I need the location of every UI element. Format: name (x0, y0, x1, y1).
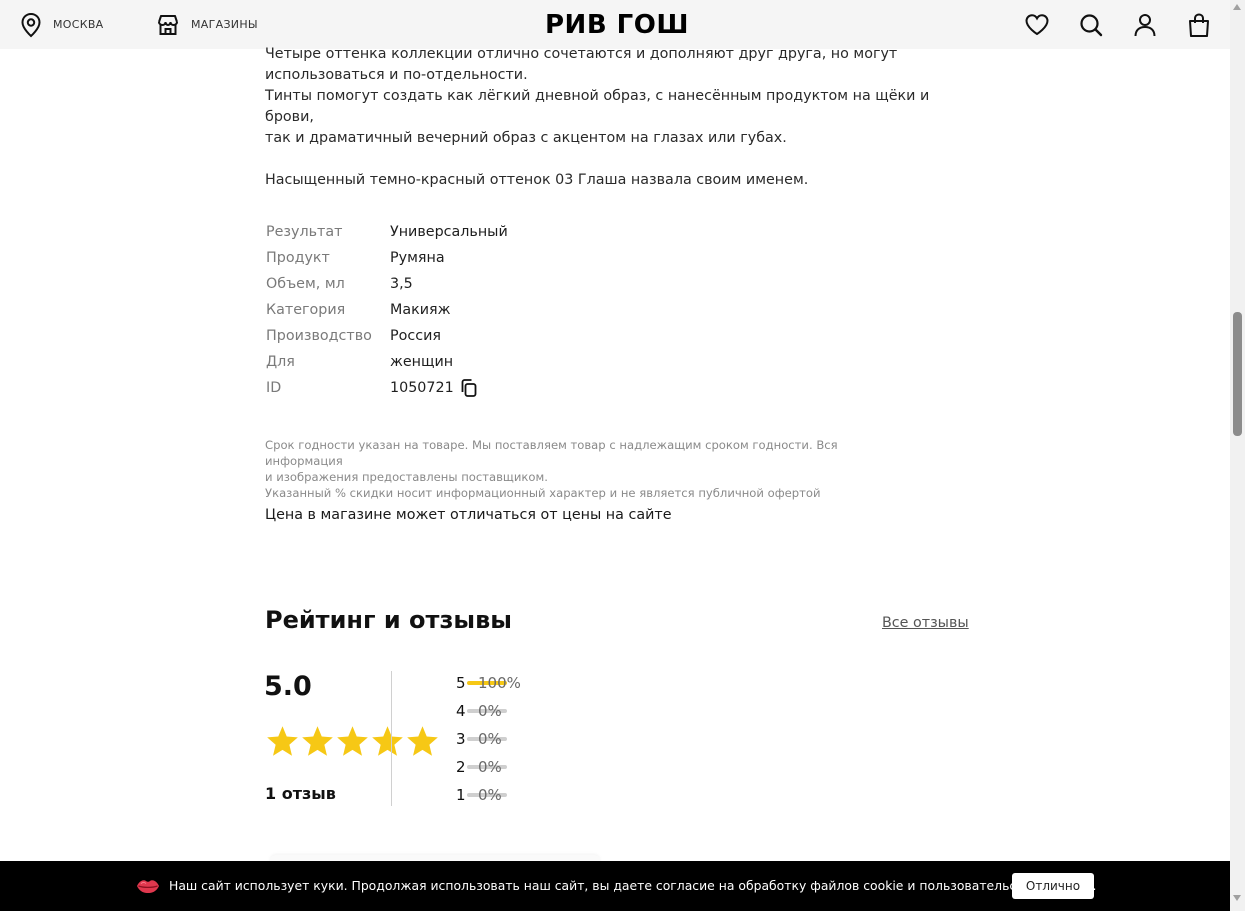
scrollbar-track[interactable] (1230, 0, 1245, 911)
cookie-banner: Наш сайт использует куки. Продолжая испо… (0, 861, 1230, 911)
distribution-row: 1 0% (456, 784, 526, 812)
distribution-row: 5 100% (456, 672, 526, 700)
spec-row-id: ID 1050721 (266, 375, 508, 401)
rating-stars (265, 724, 440, 759)
logo[interactable]: РИВ ГОШ (545, 11, 689, 39)
header: МОСКВА МАГАЗИНЫ РИВ ГОШ (0, 0, 1230, 49)
store-icon (156, 13, 180, 37)
star-icon (335, 724, 370, 759)
spec-key: Продукт (266, 250, 330, 266)
price-note: Цена в магазине может отличаться от цены… (265, 507, 672, 523)
star-icon (265, 724, 300, 759)
copy-icon[interactable] (459, 378, 479, 398)
spec-key: Для (266, 354, 295, 370)
disclaimer-line: Срок годности указан на товаре. Мы поста… (265, 438, 838, 468)
distribution-percent: 0% (478, 758, 502, 776)
spec-row: Результат Универсальный (266, 219, 508, 245)
all-reviews-link[interactable]: Все отзывы (882, 615, 969, 631)
spec-key: Производство (266, 328, 372, 344)
disclaimer-line: Указанный % скидки носит информационный … (265, 486, 821, 500)
lips-icon (136, 878, 160, 894)
review-count: 1 отзыв (265, 784, 336, 803)
search-icon[interactable] (1078, 12, 1104, 38)
stores-label: МАГАЗИНЫ (191, 18, 258, 31)
spec-key: Категория (266, 302, 346, 318)
spec-value: 3,5 (390, 276, 413, 292)
spec-row: Объем, мл 3,5 (266, 271, 508, 297)
scroll-up-arrow-icon[interactable] (1233, 4, 1241, 10)
cookie-accept-button[interactable]: Отлично (1012, 873, 1094, 899)
distribution-star: 4 (456, 702, 466, 720)
distribution-star: 5 (456, 674, 466, 692)
scroll-down-arrow-icon[interactable] (1233, 895, 1241, 901)
distribution-percent: 100% (478, 674, 521, 692)
distribution-star: 2 (456, 758, 466, 776)
cookie-text: Наш сайт использует куки. Продолжая испо… (169, 878, 1097, 893)
average-rating: 5.0 (264, 671, 312, 702)
stores-link[interactable]: МАГАЗИНЫ (156, 0, 258, 49)
distribution-row: 2 0% (456, 756, 526, 784)
user-icon[interactable] (1132, 12, 1158, 38)
distribution-star: 1 (456, 786, 466, 804)
description-line: Четыре оттенка коллекции отлично сочетаю… (265, 46, 898, 62)
scrollbar-thumb[interactable] (1233, 312, 1242, 436)
bag-icon[interactable] (1186, 12, 1212, 38)
spec-key: Результат (266, 224, 343, 240)
spec-value: Макияж (390, 302, 451, 318)
spec-key: ID (266, 380, 282, 396)
location-selector[interactable]: МОСКВА (20, 0, 104, 49)
spec-row: Производство Россия (266, 323, 508, 349)
distribution-percent: 0% (478, 702, 502, 720)
description-line: Тинты помогут создать как лёгкий дневной… (265, 88, 930, 125)
description-line: использоваться и по-отдельности. (265, 67, 528, 83)
product-id: 1050721 (390, 380, 454, 396)
location-label: МОСКВА (53, 18, 104, 31)
disclaimer-note: Срок годности указан на товаре. Мы поста… (265, 437, 905, 501)
description-line: так и драматичный вечерний образ с акцен… (265, 130, 787, 146)
star-icon (405, 724, 440, 759)
spec-value-id: 1050721 (390, 378, 479, 398)
spec-row: Продукт Румяна (266, 245, 508, 271)
location-pin-icon (20, 12, 42, 38)
specs-table: Результат Универсальный Продукт Румяна О… (266, 219, 508, 401)
disclaimer-line: и изображения предоставлены поставщиком. (265, 470, 548, 484)
spec-row: Категория Макияж (266, 297, 508, 323)
spec-row: Для женщин (266, 349, 508, 375)
rating-distribution: 5 100% 4 0% 3 0% 2 0% 1 0% (456, 672, 526, 812)
distribution-row: 3 0% (456, 728, 526, 756)
description-line: Насыщенный темно-красный оттенок 03 Глаш… (265, 172, 809, 188)
star-icon (370, 724, 405, 759)
star-icon (300, 724, 335, 759)
spec-value: женщин (390, 354, 454, 370)
rating-divider (391, 671, 392, 806)
page: МОСКВА МАГАЗИНЫ РИВ ГОШ Четыре оттенка к… (0, 0, 1245, 911)
distribution-percent: 0% (478, 730, 502, 748)
spec-value: Универсальный (390, 224, 508, 240)
spec-key: Объем, мл (266, 276, 345, 292)
spec-value: Румяна (390, 250, 445, 266)
heart-icon[interactable] (1024, 12, 1050, 38)
spec-value: Россия (390, 328, 441, 344)
product-description: Четыре оттенка коллекции отлично сочетаю… (265, 44, 965, 191)
distribution-row: 4 0% (456, 700, 526, 728)
reviews-title: Рейтинг и отзывы (265, 606, 512, 634)
distribution-percent: 0% (478, 786, 502, 804)
distribution-star: 3 (456, 730, 466, 748)
